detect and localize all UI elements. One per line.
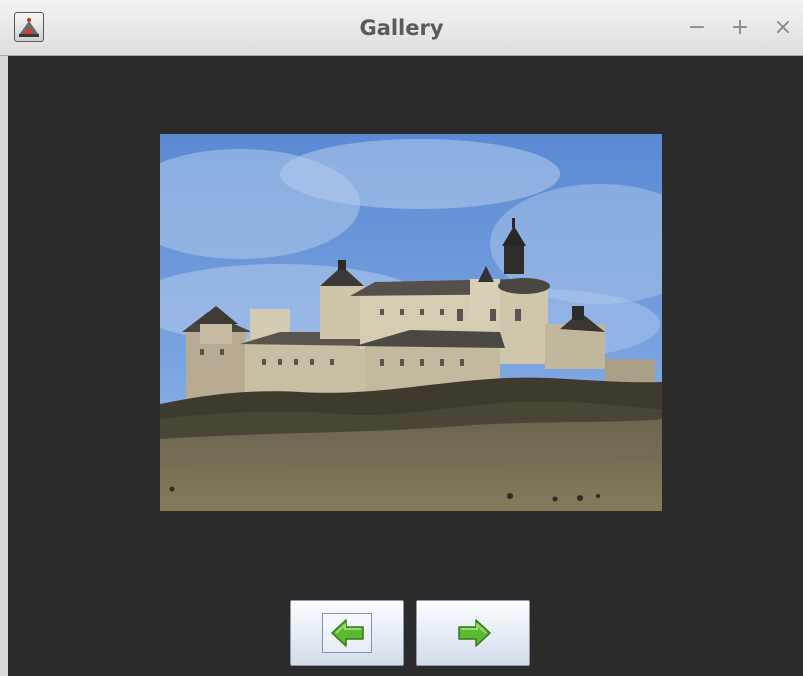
left-arrow-icon [331,619,364,647]
maximize-button[interactable]: + [729,17,751,40]
previous-button[interactable] [290,600,404,666]
window-title: Gallery [359,16,444,40]
gallery-window: Gallery − + × [0,0,803,676]
window-left-edge [0,56,8,676]
right-arrow-icon [458,619,491,647]
gallery-image [160,134,662,511]
next-button[interactable] [416,600,530,666]
title-bar[interactable]: Gallery − + × [0,0,803,56]
close-button[interactable]: × [772,17,794,40]
minimize-button[interactable]: − [686,17,708,40]
